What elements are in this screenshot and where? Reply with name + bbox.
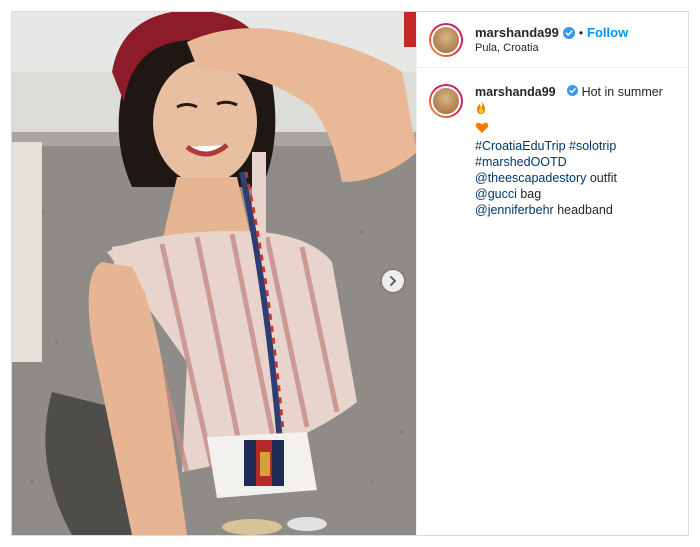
avatar[interactable] (429, 22, 463, 57)
caption: marshanda99 Hot in summer #CroatiaEduTri… (417, 68, 688, 218)
mention-gucci[interactable]: @gucci (475, 187, 517, 201)
caption-avatar[interactable] (429, 84, 463, 118)
location-link[interactable]: Pula, Croatia (475, 42, 628, 54)
caption-body: marshanda99 Hot in summer #CroatiaEduTri… (475, 84, 676, 218)
avatar-image (431, 24, 461, 55)
header-text: marshanda99 • Follow Pula, Croatia (475, 25, 628, 54)
verified-badge-icon (567, 85, 579, 96)
post-photo[interactable] (12, 12, 416, 535)
mention-theescapadestory[interactable]: @theescapadestory (475, 171, 586, 185)
mention-1-suffix: outfit (589, 171, 617, 185)
hashtags-line-2[interactable]: #marshedOOTD (475, 155, 567, 169)
mention-jenniferbehr[interactable]: @jenniferbehr (475, 203, 554, 217)
username-link[interactable]: marshanda99 (475, 25, 559, 40)
post-header: marshanda99 • Follow Pula, Croatia (417, 12, 688, 68)
post-frame: marshanda99 • Follow Pula, Croatia marsh… (11, 11, 689, 536)
caption-avatar-image (431, 86, 461, 116)
next-photo-button[interactable] (382, 270, 404, 292)
caption-text: Hot in summer (581, 85, 663, 99)
caption-username[interactable]: marshanda99 (475, 85, 556, 99)
hashtags-line-1[interactable]: #CroatiaEduTrip #solotrip (475, 139, 616, 153)
mention-2-suffix: bag (520, 187, 542, 201)
post-photo-image (12, 12, 416, 535)
fire-emoji-icon (475, 101, 487, 119)
mention-3-suffix: headband (557, 203, 613, 217)
verified-badge-icon (562, 26, 575, 39)
orange-heart-emoji-icon (475, 122, 489, 138)
separator-dot: • (578, 25, 584, 40)
follow-button[interactable]: Follow (587, 25, 628, 40)
chevron-right-icon (390, 276, 397, 286)
post-side-panel: marshanda99 • Follow Pula, Croatia marsh… (416, 12, 688, 535)
